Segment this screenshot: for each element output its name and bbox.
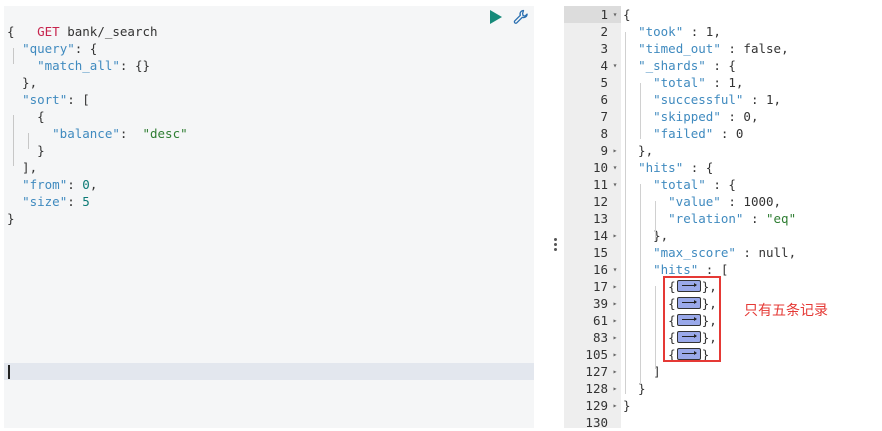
line-number: 61: [592, 313, 608, 328]
fold-toggle-icon[interactable]: ▸: [611, 346, 619, 363]
request-code-line: "sort": [: [22, 92, 90, 107]
fold-toggle-icon[interactable]: ▾: [611, 159, 619, 176]
fold-toggle-icon[interactable]: ▾: [611, 261, 619, 278]
line-number: 130: [585, 415, 608, 430]
indent-guide: [655, 201, 656, 241]
run-button[interactable]: [489, 10, 503, 24]
fold-toggle-icon[interactable]: ▾: [611, 57, 619, 74]
request-code-line: },: [7, 75, 38, 90]
response-code-line: "took" : 1,: [638, 24, 721, 39]
request-line-1: GET bank/_search: [7, 6, 157, 39]
line-number: 4: [600, 58, 608, 73]
response-code-line: "value" : 1000,: [668, 194, 782, 209]
line-number: 129: [585, 398, 608, 413]
fold-toggle-icon[interactable]: ▸: [611, 380, 619, 397]
response-code-line: "timed_out" : false,: [638, 41, 789, 56]
line-number: 105: [585, 347, 608, 362]
line-number: 11: [592, 177, 608, 192]
fold-toggle-icon[interactable]: ▸: [611, 295, 619, 312]
line-number: 16: [592, 262, 608, 277]
request-code-line: {: [7, 24, 15, 39]
line-number: 9: [600, 143, 608, 158]
response-code-line: "failed" : 0: [653, 126, 744, 141]
line-number: 2: [600, 24, 608, 39]
response-code-line: "relation" : "eq": [668, 211, 797, 226]
request-code-line: "match_all": {}: [37, 58, 151, 73]
response-code-line: }: [623, 381, 646, 396]
response-code-line: "_shards" : {: [638, 58, 736, 73]
request-code-line: "from": 0,: [22, 177, 98, 192]
indent-guide: [13, 115, 14, 166]
fold-toggle-icon[interactable]: ▾: [611, 6, 619, 23]
wrench-icon: [513, 9, 528, 24]
line-number: 6: [600, 92, 608, 107]
line-number: 15: [592, 245, 608, 260]
indent-guide: [655, 286, 656, 369]
fold-toggle-icon[interactable]: ▸: [611, 329, 619, 346]
active-line-highlight: [4, 363, 534, 380]
line-number: 128: [585, 381, 608, 396]
text-cursor: [8, 365, 10, 379]
line-number: 7: [600, 109, 608, 124]
response-code-line: },: [623, 143, 654, 158]
play-icon: [490, 10, 502, 24]
line-number: 10: [592, 160, 608, 175]
fold-toggle-icon[interactable]: ▸: [611, 142, 619, 159]
fold-toggle-icon[interactable]: ▸: [611, 227, 619, 244]
fold-toggle-icon[interactable]: ▾: [611, 176, 619, 193]
response-gutter: 1 ▾ 2 3 4 ▾ 5 6 7 8 9 ▸ 10 ▾ 11 ▾ 12 13 14 ▸ 15 16 ▾ 17 ▸ 39 ▸ 61 ▸ 8…: [564, 6, 621, 430]
line-number: 8: [600, 126, 608, 141]
fold-toggle-icon[interactable]: ▸: [611, 278, 619, 295]
indent-guide: [13, 48, 14, 64]
indent-guide: [640, 184, 641, 384]
line-number: 83: [592, 330, 608, 345]
request-code-line: }: [7, 211, 15, 226]
settings-button[interactable]: [513, 9, 529, 25]
indent-guide: [625, 32, 626, 394]
response-code-line: "max_score" : null,: [653, 245, 797, 260]
indent-guide: [28, 133, 29, 149]
fold-toggle-icon[interactable]: ▸: [611, 363, 619, 380]
fold-toggle-icon[interactable]: ▸: [611, 397, 619, 414]
line-number: 1: [600, 7, 608, 22]
line-number: 5: [600, 75, 608, 90]
pane-resize-handle[interactable]: [552, 236, 558, 256]
annotation-text: 只有五条记录: [744, 303, 828, 319]
line-number: 14: [592, 228, 608, 243]
response-code-line: "hits" : {: [638, 160, 714, 175]
request-code-line: "query": {: [22, 41, 98, 56]
request-code-line: "balance": "desc": [52, 126, 188, 141]
response-code-line: "skipped" : 0,: [653, 109, 759, 124]
line-number: 3: [600, 41, 608, 56]
response-code-line: {: [623, 7, 631, 22]
request-path: bank/_search: [67, 24, 158, 39]
indent-guide: [640, 83, 641, 139]
line-number: 13: [592, 211, 608, 226]
response-code-line: "total" : 1,: [653, 75, 744, 90]
fold-toggle-icon[interactable]: ▸: [611, 312, 619, 329]
line-number: 39: [592, 296, 608, 311]
response-viewer[interactable]: { "took" : 1, "timed_out" : false, "_sha…: [621, 6, 882, 428]
line-number: 17: [592, 279, 608, 294]
line-number: 127: [585, 364, 608, 379]
response-code-line: "successful" : 1,: [653, 92, 782, 107]
response-code-line: }: [623, 398, 631, 413]
request-code-line: "size": 5: [22, 194, 90, 209]
response-code-line: },: [623, 228, 669, 243]
line-number: 12: [592, 194, 608, 209]
request-code-line: ],: [7, 160, 38, 175]
highlight-box: [663, 276, 721, 362]
request-editor[interactable]: GET bank/_search { "query": { "match_all…: [4, 6, 534, 428]
request-method: GET: [37, 24, 60, 39]
